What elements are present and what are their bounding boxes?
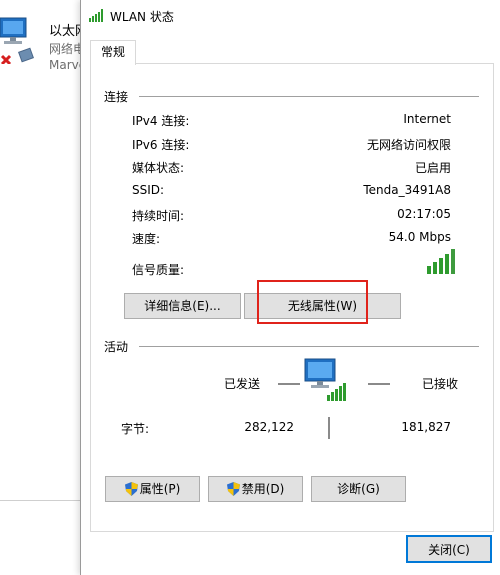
ipv6-label: IPv6 连接: [132,138,190,152]
ipv4-label: IPv4 连接: [132,114,190,128]
wlan-status-dialog: WLAN 状态 常规 连接 IPv4 连接: Internet IPv6 连接:… [80,0,500,575]
received-label: 已接收 [422,377,459,391]
details-button[interactable]: 详细信息(E)... [124,293,241,319]
title-bar[interactable]: WLAN 状态 [81,0,500,32]
connection-section-title: 连接 [104,90,129,104]
bytes-sent-value: 282,122 [244,420,294,434]
duration-label: 持续时间: [132,209,185,223]
ipv4-value: Internet [403,112,451,126]
media-state-value: 已启用 [414,161,451,175]
network-computer-icon [304,358,346,401]
activity-divider [139,346,479,347]
speed-label: 速度: [132,232,161,246]
disable-button[interactable]: 禁用(D) [208,476,303,502]
signal-strength-icon [427,249,455,274]
media-state-label: 媒体状态: [132,161,185,175]
properties-button-label: 属性(P) [139,482,181,496]
wireless-properties-button[interactable]: 无线属性(W) [244,293,401,319]
signal-quality-label: 信号质量: [132,263,185,277]
close-button[interactable]: 关闭(C) [406,535,492,563]
general-tab-panel: 连接 IPv4 连接: Internet IPv6 连接: 无网络访问权限 媒体… [90,63,494,532]
ipv6-value: 无网络访问权限 [366,138,451,152]
admin-shield-icon [124,481,138,496]
admin-shield-icon [226,481,240,496]
bytes-received-value: 181,827 [401,420,451,434]
properties-button[interactable]: 属性(P) [105,476,200,502]
ethernet-adapter-icon [0,17,34,64]
ssid-value: Tenda_3491A8 [363,183,451,197]
dialog-title: WLAN 状态 [110,10,174,24]
sent-dash [278,383,300,385]
disable-button-label: 禁用(D) [241,482,285,496]
duration-value: 02:17:05 [397,207,451,221]
connection-divider [139,96,479,97]
window-edge [0,500,80,501]
diagnose-button[interactable]: 诊断(G) [311,476,406,502]
bytes-label: 字节: [121,422,150,436]
wifi-signal-icon [89,9,103,22]
ethernet-adapter-item[interactable]: 以太网 网络电缆被拔出 Marvell [0,6,133,76]
sent-label: 已发送 [224,377,261,391]
bytes-separator [328,417,330,439]
tab-general[interactable]: 常规 [90,40,136,65]
activity-section-title: 活动 [104,340,129,354]
ssid-label: SSID: [132,183,165,197]
speed-value: 54.0 Mbps [388,230,451,244]
received-dash [368,383,390,385]
